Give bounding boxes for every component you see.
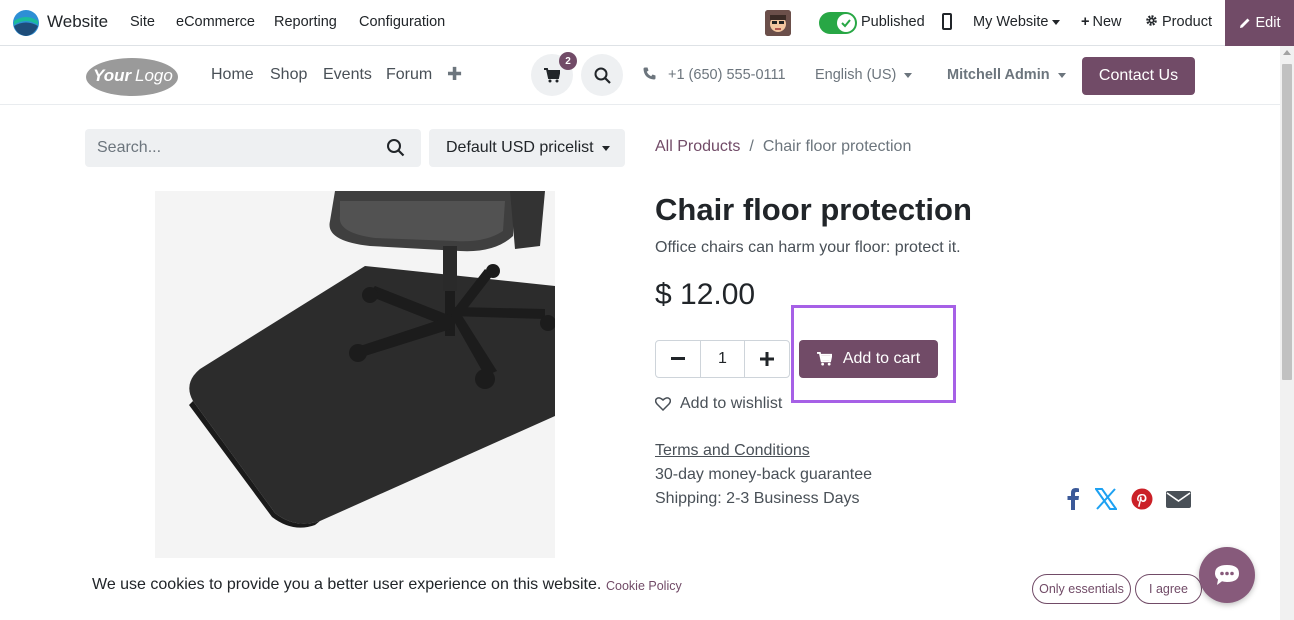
cookie-banner: We use cookies to provide you a better u… [0,558,1280,620]
caret-down-icon [904,72,913,78]
user-avatar[interactable] [765,10,791,36]
add-to-cart-label: Add to cart [842,350,921,367]
caret-down-icon [1052,19,1061,25]
svg-text:Your: Your [93,66,132,85]
product-search-box [85,129,421,167]
product-description: Office chairs can harm your floor: prote… [655,239,961,256]
menu-configuration[interactable]: Configuration [359,14,445,30]
chat-bubble-icon [1215,565,1239,585]
plus-icon [760,352,774,366]
breadcrumb-current: Chair floor protection [762,138,912,155]
cart-count-badge: 2 [559,52,577,70]
money-back-guarantee: 30-day money-back guarantee [655,466,873,483]
product-label: Product [1162,14,1212,30]
new-button[interactable]: + New [1081,14,1121,30]
quantity-stepper: 1 [655,340,790,378]
menu-reporting[interactable]: Reporting [274,14,337,30]
product-search-input[interactable] [85,129,375,167]
breadcrumb-all-products[interactable]: All Products [655,138,740,155]
add-menu-item-icon[interactable]: ✚ [447,64,462,85]
admin-navbar: Website Site eCommerce Reporting Configu… [0,0,1294,46]
terms-and-conditions-link[interactable]: Terms and Conditions [655,442,810,460]
pricelist-dropdown[interactable]: Default USD pricelist [429,129,625,167]
search-icon [594,67,611,84]
nav-shop[interactable]: Shop [270,66,307,84]
scroll-up-arrow-icon[interactable] [1283,50,1291,55]
svg-text:Logo: Logo [135,66,173,85]
page-scrollbar[interactable] [1280,46,1294,620]
search-icon[interactable] [386,138,405,157]
user-menu[interactable]: Mitchell Admin [947,67,1066,83]
add-to-cart-button[interactable]: Add to cart [799,340,938,378]
product-price: $ 12.00 [655,278,756,311]
site-logo[interactable]: Your Logo [85,56,180,96]
language-label: English (US) [815,67,897,83]
mobile-preview-icon[interactable] [942,13,952,30]
caret-down-icon [601,145,610,151]
heart-icon [655,397,671,411]
only-essentials-button[interactable]: Only essentials [1032,574,1131,604]
nav-home[interactable]: Home [211,66,254,84]
x-twitter-icon[interactable] [1095,488,1117,510]
nav-events[interactable]: Events [323,66,372,84]
product-image[interactable] [155,191,555,558]
minus-icon [671,357,685,360]
wishlist-label: Add to wishlist [680,395,783,412]
published-toggle[interactable] [819,12,857,34]
plus-icon: + [1081,14,1090,30]
shipping-info: Shipping: 2-3 Business Days [655,490,860,507]
menu-site[interactable]: Site [130,14,155,30]
product-button[interactable]: Product [1145,14,1212,30]
user-name: Mitchell Admin [947,67,1050,83]
published-label[interactable]: Published [861,14,925,30]
cookie-message: We use cookies to provide you a better u… [92,576,602,593]
site-header: Your Logo Home Shop Events Forum ✚ 2 +1 … [0,46,1280,105]
shopping-cart-icon [544,67,560,82]
app-name[interactable]: Website [47,12,108,32]
increase-quantity-button[interactable] [745,341,789,377]
decrease-quantity-button[interactable] [656,341,700,377]
phone-icon [643,67,656,80]
language-selector[interactable]: English (US) [815,67,913,83]
livechat-button[interactable] [1199,547,1255,603]
pinterest-icon[interactable] [1131,488,1153,510]
new-label: New [1092,14,1122,30]
pencil-icon [1239,18,1249,28]
phone-number[interactable]: +1 (650) 555-0111 [668,67,786,83]
nav-forum[interactable]: Forum [386,66,432,84]
breadcrumb: All Products / Chair floor protection [655,138,911,156]
my-website-dropdown[interactable]: My Website [973,14,1061,30]
edit-button[interactable]: Edit [1225,0,1294,46]
website-app-icon[interactable] [12,9,40,37]
shopping-cart-icon [816,352,832,366]
pricelist-label: Default USD pricelist [446,139,594,156]
my-website-label: My Website [973,14,1049,30]
email-icon[interactable] [1166,488,1191,510]
i-agree-button[interactable]: I agree [1135,574,1202,604]
check-icon [837,14,855,32]
menu-ecommerce[interactable]: eCommerce [176,14,255,30]
gear-icon [1146,15,1157,26]
contact-us-button[interactable]: Contact Us [1082,57,1195,95]
breadcrumb-separator: / [749,138,754,155]
edit-label: Edit [1255,15,1281,31]
facebook-icon[interactable] [1066,488,1080,510]
scroll-thumb[interactable] [1282,64,1292,380]
product-title: Chair floor protection [655,192,972,227]
caret-down-icon [1057,72,1066,78]
cookie-policy-link[interactable]: Cookie Policy [606,579,682,593]
add-to-wishlist-button[interactable]: Add to wishlist [655,395,782,413]
quantity-input[interactable]: 1 [700,341,745,377]
header-search-button[interactable] [581,54,623,96]
